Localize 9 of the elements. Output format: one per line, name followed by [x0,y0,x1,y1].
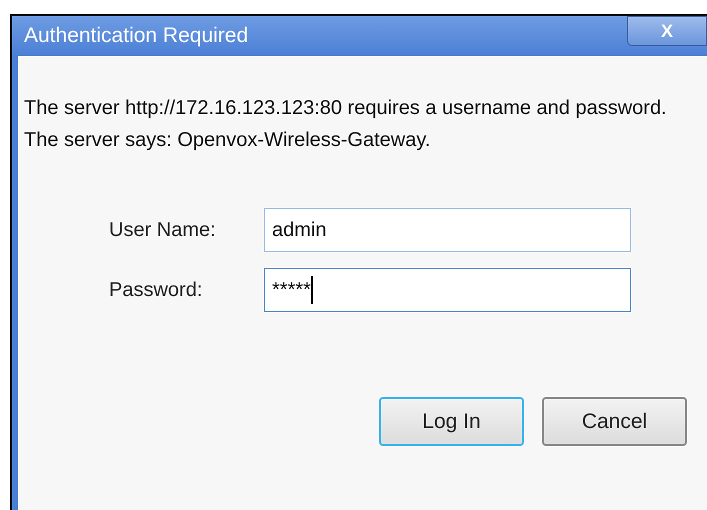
message-text: The server http://172.16.123.123:80 requires a username and password. The server says: Openvox-Wireless-Gateway. [24,96,668,153]
window-title: Authentication Required [24,23,248,50]
input-field[interactable]: admin [264,208,631,252]
dialog-button[interactable]: Cancel [542,397,687,446]
field-label: User Name: [109,218,217,243]
dialog-button[interactable]: Log In [379,397,524,446]
input-field[interactable]: ***** [264,268,631,312]
text-cursor [310,276,313,304]
field-label: Password: [109,278,204,303]
